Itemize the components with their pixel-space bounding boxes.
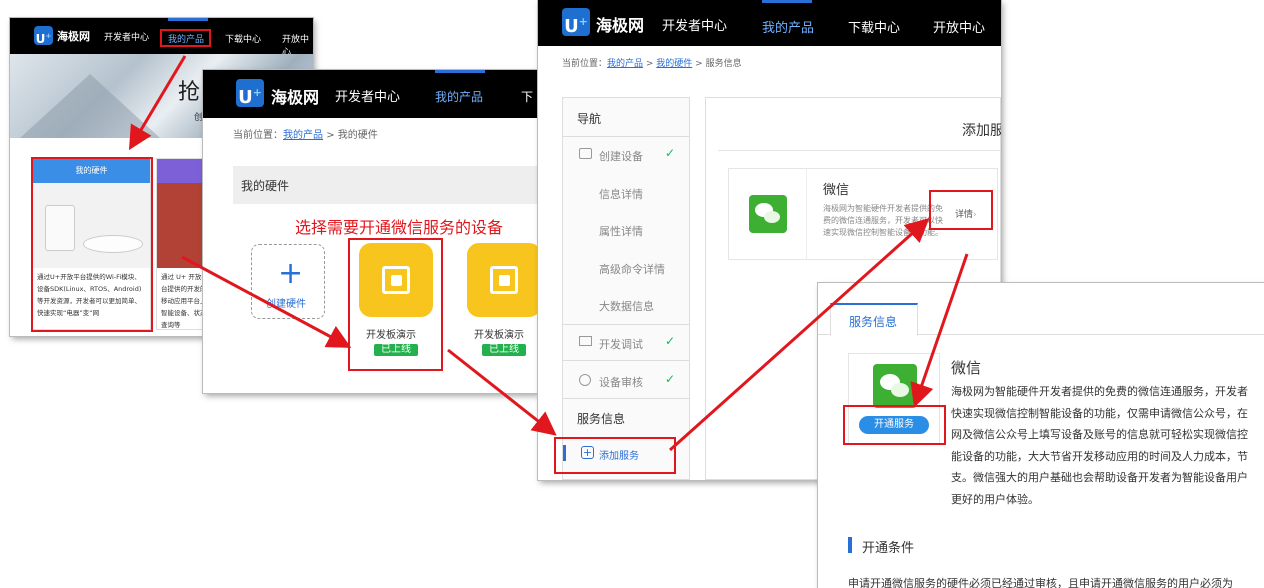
nav-active-underline bbox=[435, 70, 485, 73]
brand-name: 海极网 bbox=[596, 16, 645, 35]
main-title: 添加服 bbox=[962, 123, 1001, 139]
brand-name: 海极网 bbox=[271, 88, 320, 107]
logo-icon: U+ bbox=[562, 8, 590, 37]
logo-icon: U+ bbox=[236, 79, 264, 108]
wechat-icon bbox=[749, 195, 787, 233]
dev-center-label: 开发者中心 bbox=[662, 19, 728, 34]
create-hardware-label: 创建硬件 bbox=[266, 299, 306, 310]
heading-bar bbox=[848, 537, 852, 553]
mountain-shape bbox=[20, 74, 160, 138]
check-icon: ✓ bbox=[665, 334, 676, 348]
breadcrumb: 当前位置：我的产品 > 我的硬件 > 服务信息 bbox=[562, 59, 742, 69]
chip-icon bbox=[467, 243, 537, 317]
status-badge: 已上线 bbox=[482, 344, 526, 356]
brand-name: 海极网 bbox=[57, 30, 90, 43]
divider bbox=[563, 324, 689, 325]
device-card-2[interactable]: 开发板演示 已上线 bbox=[459, 240, 537, 370]
tab-service-info[interactable]: 服务信息 bbox=[830, 303, 918, 336]
divider bbox=[563, 136, 689, 137]
tab-bar: 服务信息 bbox=[818, 283, 1264, 336]
divider bbox=[718, 150, 1001, 151]
sidebar-item-info[interactable]: 信息详情 bbox=[599, 186, 643, 202]
device-name: 开发板演示 bbox=[474, 330, 524, 341]
device-icon bbox=[579, 148, 592, 159]
nav-my-products[interactable]: 我的产品 bbox=[435, 88, 483, 105]
plus-icon: + bbox=[278, 256, 304, 291]
highlight-add-service bbox=[554, 437, 676, 474]
nav-active-underline bbox=[168, 18, 208, 21]
logo-icon: U+ bbox=[34, 26, 53, 46]
nav-active-underline bbox=[762, 0, 812, 3]
breadcrumb-link-products[interactable]: 我的产品 bbox=[607, 59, 643, 69]
nav-my-products[interactable]: 我的产品 bbox=[762, 17, 814, 36]
nav-download[interactable]: 下载中心 bbox=[225, 32, 261, 45]
screenshot-my-hardware: U+ 海极网 开发者中心 我的产品 下 当前位置：我的产品 > 我的硬件 我的硬… bbox=[203, 70, 537, 393]
banner-subline: 创 bbox=[194, 113, 204, 123]
sidebar-title: 导航 bbox=[577, 112, 602, 126]
sidebar: 导航 创建设备 ✓ 信息详情 属性详情 高级命令详情 大数据信息 开发调试 ✓ … bbox=[562, 97, 690, 480]
sidebar-item-bigdata[interactable]: 大数据信息 bbox=[599, 298, 654, 314]
top-nav-bar: U+ 海极网 开发者中心 我的产品 下 bbox=[203, 70, 537, 118]
instruction-text: 选择需要开通微信服务的设备 bbox=[295, 218, 504, 237]
highlight-open-service bbox=[843, 405, 946, 445]
banner-headline: 抢 bbox=[178, 80, 201, 105]
check-icon: ✓ bbox=[665, 372, 676, 386]
nav-download[interactable]: 下 bbox=[521, 88, 533, 105]
wechat-title: 微信 bbox=[951, 359, 982, 377]
breadcrumb-link[interactable]: 我的产品 bbox=[283, 130, 323, 141]
divider bbox=[563, 398, 689, 399]
wechat-name: 微信 bbox=[823, 183, 850, 198]
create-hardware-button[interactable]: + 创建硬件 bbox=[251, 244, 325, 319]
highlight-detail bbox=[929, 190, 993, 230]
highlight-hardware-card bbox=[31, 157, 153, 332]
screenshot-open-service: 服务信息 开通服务 微信 海极网为智能硬件开发者提供的免费的微信连通服务，开发者… bbox=[818, 283, 1264, 588]
conditions-text: 申请开通微信服务的硬件必须已经通过审核，且申请开通微信服务的用户必须为 bbox=[848, 577, 1233, 588]
wechat-description: 海极网为智能硬件开发者提供的免费的微信连通服务，开发者 快速实现微信控制智能设备… bbox=[951, 385, 1248, 506]
sidebar-item-commands[interactable]: 高级命令详情 bbox=[599, 261, 665, 277]
breadcrumb: 当前位置：我的产品 > 我的硬件 bbox=[233, 130, 378, 141]
sidebar-item-attributes[interactable]: 属性详情 bbox=[599, 223, 643, 239]
check-icon: ✓ bbox=[665, 146, 676, 160]
wechat-icon-area bbox=[729, 169, 807, 259]
highlight-device-1 bbox=[348, 238, 443, 371]
top-nav-bar: U+ 海极网 开发者中心 我的产品 下载中心 开放中心 bbox=[538, 0, 1001, 46]
review-icon bbox=[579, 374, 591, 386]
wechat-icon bbox=[873, 364, 917, 408]
nav-open[interactable]: 开放中心 bbox=[933, 17, 985, 36]
service-section-title: 服务信息 bbox=[577, 412, 626, 426]
dev-center-label: 开发者中心 bbox=[335, 90, 401, 105]
breadcrumb-link-hardware[interactable]: 我的硬件 bbox=[656, 59, 692, 69]
monitor-icon bbox=[579, 336, 592, 346]
highlight-my-products bbox=[160, 29, 211, 47]
dev-center-label: 开发者中心 bbox=[104, 33, 150, 43]
section-header: 我的硬件 bbox=[233, 166, 537, 204]
divider bbox=[563, 360, 689, 361]
nav-download[interactable]: 下载中心 bbox=[848, 17, 900, 36]
section-title: 我的硬件 bbox=[241, 179, 290, 193]
